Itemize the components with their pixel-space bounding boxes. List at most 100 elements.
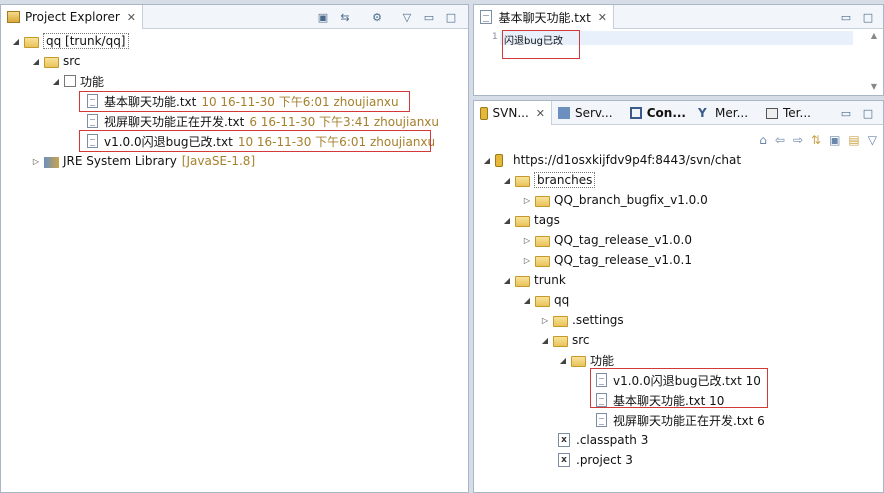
merge-icon: Y — [698, 106, 707, 120]
svn-tags[interactable]: ◢ tags — [502, 211, 560, 229]
highlight-box — [79, 91, 410, 112]
svn-classpath[interactable]: x .classpath 3 — [558, 431, 648, 449]
minimize-icon[interactable]: ▭ — [421, 9, 437, 25]
line-number: 1 — [492, 32, 498, 42]
folder-icon — [571, 355, 586, 367]
svn-file-3[interactable]: 视屏聊天功能正在开发.txt 6 — [596, 411, 765, 429]
folder-label: branches — [534, 172, 596, 188]
text-file-icon — [596, 413, 607, 427]
collapsed-arrow-icon[interactable]: ▷ — [522, 196, 532, 205]
scroll-up-icon[interactable]: ▲ — [871, 31, 877, 40]
folder-icon — [515, 215, 530, 227]
expanded-arrow-icon[interactable]: ◢ — [522, 296, 532, 305]
view-menu-icon[interactable]: ▽ — [868, 133, 877, 147]
tab-editor-file[interactable]: 基本聊天功能.txt ✕ — [474, 5, 614, 29]
minimize-icon[interactable]: ▭ — [838, 9, 854, 25]
tab-terminal[interactable]: Ter... — [760, 101, 826, 125]
view-menu-icon[interactable]: ▽ — [399, 9, 415, 25]
svn-repo-root[interactable]: ◢ https://d1osxkijfdv9p4f:8443/svn/chat — [482, 151, 741, 169]
file-label: .project 3 — [576, 453, 633, 467]
expanded-arrow-icon[interactable]: ◢ — [31, 57, 41, 66]
svn-settings[interactable]: ▷ .settings — [540, 311, 624, 329]
folder-icon — [535, 295, 550, 307]
forward-icon[interactable]: ⇨ — [793, 133, 803, 147]
expanded-arrow-icon[interactable]: ◢ — [502, 216, 512, 225]
folder-icon — [535, 235, 550, 247]
expanded-arrow-icon[interactable]: ◢ — [540, 336, 550, 345]
expanded-arrow-icon[interactable]: ◢ — [558, 356, 568, 365]
repo-url: https://d1osxkijfdv9p4f:8443/svn/chat — [513, 153, 742, 167]
folder-label: tags — [534, 213, 560, 227]
svn-package[interactable]: ◢ 功能 — [558, 351, 614, 369]
folder-icon — [535, 195, 550, 207]
editor-scrollbar[interactable]: ▲ ▼ — [867, 31, 881, 91]
tab-console[interactable]: Con... — [624, 101, 692, 125]
maximize-icon[interactable]: □ — [860, 105, 876, 121]
editor-tabbar: 基本聊天功能.txt ✕ ▭ □ — [474, 5, 883, 29]
folder-label: QQ_branch_bugfix_v1.0.0 — [554, 193, 708, 207]
text-file-icon — [87, 114, 98, 128]
scroll-down-icon[interactable]: ▼ — [871, 82, 877, 91]
collapse-all-icon[interactable]: ▣ — [315, 9, 331, 25]
collapsed-arrow-icon[interactable]: ▷ — [540, 316, 550, 325]
tab-merge[interactable]: Y Mer... — [692, 101, 760, 125]
tree-jre[interactable]: ▷ JRE System Library [JavaSE-1.8] — [31, 152, 255, 170]
svn-src[interactable]: ◢ src — [540, 331, 590, 349]
tab-project-explorer[interactable]: Project Explorer ✕ — [1, 5, 143, 29]
collapsed-arrow-icon[interactable]: ▷ — [31, 157, 41, 166]
home-icon[interactable]: ⌂ — [759, 133, 767, 147]
folder-label: .settings — [572, 313, 624, 327]
editor-panel: 基本聊天功能.txt ✕ ▭ □ 1 闪退bug已改 ▲ ▼ — [473, 4, 884, 96]
tab-label: Serv... — [575, 106, 613, 120]
svn-panel: SVN... ✕ Serv... Con... Y Mer... Ter... … — [473, 100, 884, 493]
maximize-icon[interactable]: □ — [860, 9, 876, 25]
minimize-icon[interactable]: ▭ — [838, 105, 854, 121]
new-repository-icon[interactable]: ▤ — [848, 133, 859, 147]
svn-qq[interactable]: ◢ qq — [522, 291, 569, 309]
highlight-box — [502, 30, 580, 59]
tree-src[interactable]: ◢ src — [31, 52, 81, 70]
folder-icon — [553, 315, 568, 327]
svn-tag-1[interactable]: ▷ QQ_tag_release_v1.0.0 — [522, 231, 692, 249]
tab-label: Mer... — [715, 106, 749, 120]
svn-project[interactable]: x .project 3 — [558, 451, 633, 469]
project-label: qq [trunk/qq] — [43, 33, 129, 49]
svn-tag-2[interactable]: ▷ QQ_tag_release_v1.0.1 — [522, 251, 692, 269]
svn-branches[interactable]: ◢ branches — [502, 171, 596, 189]
highlight-box — [79, 130, 431, 152]
src-label: src — [63, 54, 81, 68]
file-name: 视屏聊天功能正在开发.txt — [104, 114, 245, 129]
close-icon[interactable]: ✕ — [598, 11, 607, 24]
svn-branch-item[interactable]: ▷ QQ_branch_bugfix_v1.0.0 — [522, 191, 708, 209]
tree-project[interactable]: ◢ qq [trunk/qq] — [11, 32, 129, 50]
tab-label: SVN... — [492, 106, 529, 120]
file-label: .classpath 3 — [576, 433, 649, 447]
collapse-all-icon[interactable]: ▣ — [829, 133, 840, 147]
xml-file-icon: x — [558, 433, 570, 447]
tab-svn[interactable]: SVN... ✕ — [474, 101, 552, 125]
folder-icon — [535, 255, 550, 267]
collapsed-arrow-icon[interactable]: ▷ — [522, 236, 532, 245]
project-folder-icon — [24, 36, 39, 48]
link-with-editor-icon[interactable]: ⇆ — [337, 9, 353, 25]
tree-file-2[interactable]: 视屏聊天功能正在开发.txt 6 16-11-30 下午3:41 zhoujia… — [87, 112, 439, 130]
terminal-icon — [766, 107, 778, 119]
expanded-arrow-icon[interactable]: ◢ — [502, 276, 512, 285]
refresh-icon[interactable]: ⇅ — [811, 133, 821, 147]
close-icon[interactable]: ✕ — [536, 107, 545, 120]
expanded-arrow-icon[interactable]: ◢ — [502, 176, 512, 185]
maximize-icon[interactable]: □ — [443, 9, 459, 25]
back-icon[interactable]: ⇦ — [775, 133, 785, 147]
svn-trunk[interactable]: ◢ trunk — [502, 271, 566, 289]
folder-label: 功能 — [590, 353, 615, 368]
expanded-arrow-icon[interactable]: ◢ — [482, 156, 492, 165]
collapsed-arrow-icon[interactable]: ▷ — [522, 256, 532, 265]
filter-icon[interactable]: ⚙ — [369, 9, 385, 25]
expanded-arrow-icon[interactable]: ◢ — [51, 77, 61, 86]
expanded-arrow-icon[interactable]: ◢ — [11, 37, 21, 46]
tree-package[interactable]: ◢ 功能 — [51, 72, 104, 90]
tab-label: 基本聊天功能.txt — [498, 10, 591, 25]
tab-servers[interactable]: Serv... — [552, 101, 624, 125]
close-icon[interactable]: ✕ — [127, 11, 136, 24]
project-explorer-panel: Project Explorer ✕ ▣ ⇆ ⚙ ▽ ▭ □ ◢ qq [tru… — [0, 4, 469, 493]
